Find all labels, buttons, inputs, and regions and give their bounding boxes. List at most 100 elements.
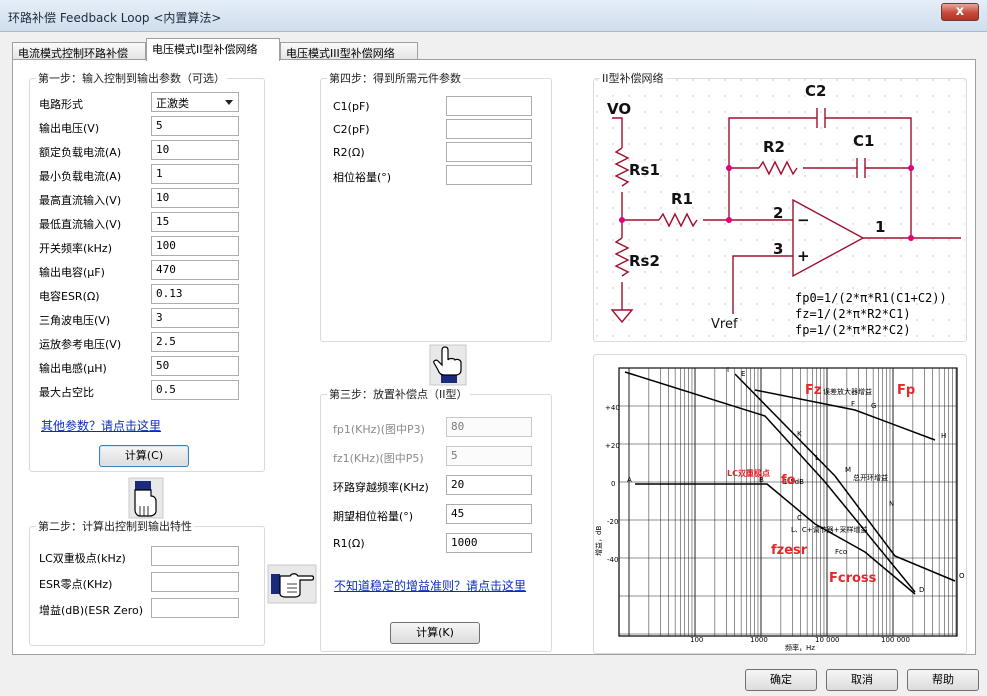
bode-red-fo: fo: [781, 473, 796, 488]
step1rows-label: 最大占空比: [39, 386, 94, 399]
bode-point-c: C: [797, 514, 802, 522]
vo-label: VO: [607, 100, 631, 118]
bode-label-openloop: 总开环增益: [853, 473, 888, 482]
step1-legend: 第一步：输入控制到输出参数（可选）: [38, 72, 225, 85]
step2rows-label: ESR零点(KHz): [39, 578, 113, 591]
step1rows-input[interactable]: 2.5: [151, 332, 239, 352]
step3-legend: 第三步：放置补偿点（II型）: [329, 388, 468, 401]
type2-schematic: VO Rs1 Rs2 R1 C2 R2 C1 2 3 1 − + Vref fp…: [595, 78, 965, 340]
bode-label-fco: Fco: [835, 548, 847, 556]
step1rows-input[interactable]: 10: [151, 188, 239, 208]
step1rows-label: 额定负载电流(A): [39, 146, 122, 159]
circuit-select[interactable]: 正激类: [151, 92, 239, 112]
step1rows-label: 三角波电压(V): [39, 314, 111, 327]
ok-button[interactable]: 确定: [745, 669, 817, 691]
bode-xaxis-label: 频率，Hz: [785, 643, 815, 652]
step3rows-input[interactable]: 80: [446, 417, 532, 437]
tab-current-mode[interactable]: 电流模式控制环路补偿: [12, 42, 146, 60]
bode-point-k: K: [797, 430, 802, 438]
step4rows-label: C1(pF): [333, 100, 370, 113]
tab-voltage-type3[interactable]: 电压模式III型补偿网络: [280, 42, 418, 60]
cancel-button[interactable]: 取消: [826, 669, 898, 691]
bode-label-amp: 误差放大器增益: [823, 387, 872, 396]
bode-xtick-10000: 10 000: [815, 636, 840, 644]
step1rows-label: 运放参考电压(V): [39, 338, 122, 351]
step1rows-input[interactable]: 50: [151, 356, 239, 376]
step1rows-label: 输出电容(μF): [39, 266, 105, 279]
step2-legend: 第二步：计算出控制到输出特性: [38, 520, 192, 533]
bode-red-fzesr: fzesr: [771, 543, 808, 558]
r1-label: R1: [671, 190, 693, 208]
calc-c-button[interactable]: 计算(C): [99, 445, 189, 467]
c1-label: C1: [853, 132, 874, 150]
circuit-label: 电路形式: [39, 98, 83, 111]
bode-red-fp: Fp: [897, 383, 915, 398]
step1rows-input[interactable]: 3: [151, 308, 239, 328]
step4rows-input[interactable]: [446, 165, 532, 185]
step2rows-input[interactable]: [151, 598, 239, 618]
bode-label-lcreg: L、C+调节器+采样增益: [791, 525, 868, 534]
step1rows-label: 输出电压(V): [39, 122, 100, 135]
more-params-link[interactable]: 其他参数？请点击这里: [41, 417, 161, 434]
rs2-label: Rs2: [629, 252, 660, 270]
step3rows-input[interactable]: 1000: [446, 533, 532, 553]
step3rows-label: 期望相位裕量(°): [333, 510, 414, 523]
step4rows-input[interactable]: [446, 96, 532, 116]
step4-legend: 第四步：得到所需元件参数: [329, 72, 461, 85]
bode-point-i: I: [727, 366, 729, 374]
step3rows-input[interactable]: 20: [446, 475, 532, 495]
step1rows-label: 最低直流输入(V): [39, 218, 122, 231]
bode-point-l: L: [815, 454, 819, 462]
hand-down-icon: [128, 477, 164, 519]
close-button[interactable]: x: [941, 3, 979, 21]
step3rows-label: fp1(KHz)(图中P3): [333, 423, 425, 436]
circuit-select-value: 正激类: [156, 97, 189, 110]
step4rows-input[interactable]: [446, 142, 532, 162]
step1rows-input[interactable]: 15: [151, 212, 239, 232]
bode-point-a: A: [627, 476, 632, 484]
step3rows-input[interactable]: 45: [446, 504, 532, 524]
bode-point-f: F: [851, 400, 855, 408]
chevron-down-icon: [225, 100, 233, 105]
step1rows-input[interactable]: 470: [151, 260, 239, 280]
stability-link[interactable]: 不知道稳定的增益准则？请点击这里: [334, 577, 526, 594]
bode-point-m: M: [845, 466, 851, 474]
step1rows-input[interactable]: 10: [151, 140, 239, 160]
step1rows-input[interactable]: 100: [151, 236, 239, 256]
step4rows-input[interactable]: [446, 119, 532, 139]
window-title: 环路补偿 Feedback Loop <内置算法>: [8, 11, 222, 25]
bode-red-fcross: Fcross: [829, 571, 877, 586]
step2rows-input[interactable]: [151, 546, 239, 566]
help-button[interactable]: 帮助: [907, 669, 979, 691]
step3rows-input[interactable]: 5: [446, 446, 532, 466]
minus-sign: −: [797, 211, 810, 229]
plus-sign: +: [797, 247, 810, 265]
bode-red-lc: LC双重极点: [727, 468, 770, 478]
bode-ytick-20: +20: [605, 442, 620, 450]
step1rows-label: 电容ESR(Ω): [39, 290, 100, 303]
step3rows-label: fz1(KHz)(图中P5): [333, 452, 424, 465]
hand-right-icon: [267, 564, 317, 604]
r2-label: R2: [763, 138, 785, 156]
tab-voltage-type2[interactable]: 电压模式II型补偿网络: [146, 38, 280, 61]
hand-up-icon: [429, 344, 467, 386]
step1rows-input[interactable]: 0.13: [151, 284, 239, 304]
bode-ytick-m40: -40: [607, 556, 618, 564]
step1rows-input[interactable]: 0.5: [151, 380, 239, 400]
step3rows-label: R1(Ω): [333, 537, 365, 550]
step1rows-label: 最小负载电流(A): [39, 170, 122, 183]
title-bar: 环路补偿 Feedback Loop <内置算法> x: [0, 0, 987, 32]
bode-point-d: D: [919, 586, 924, 594]
pin3-label: 3: [773, 240, 783, 258]
formula-fz: fz=1/(2*π*R2*C1): [795, 307, 911, 321]
bode-yaxis-label: 增益，dB: [595, 526, 603, 556]
bode-point-g: G: [871, 402, 876, 410]
bode-point-o: O: [959, 572, 965, 580]
step1rows-input[interactable]: 5: [151, 116, 239, 136]
step1rows-input[interactable]: 1: [151, 164, 239, 184]
calc-k-button[interactable]: 计算(K): [390, 622, 480, 644]
step4rows-label: 相位裕量(°): [333, 171, 392, 184]
bode-ytick-40: +40: [605, 404, 620, 412]
step2rows-input[interactable]: [151, 572, 239, 592]
bode-red-fz: Fz: [805, 383, 821, 398]
